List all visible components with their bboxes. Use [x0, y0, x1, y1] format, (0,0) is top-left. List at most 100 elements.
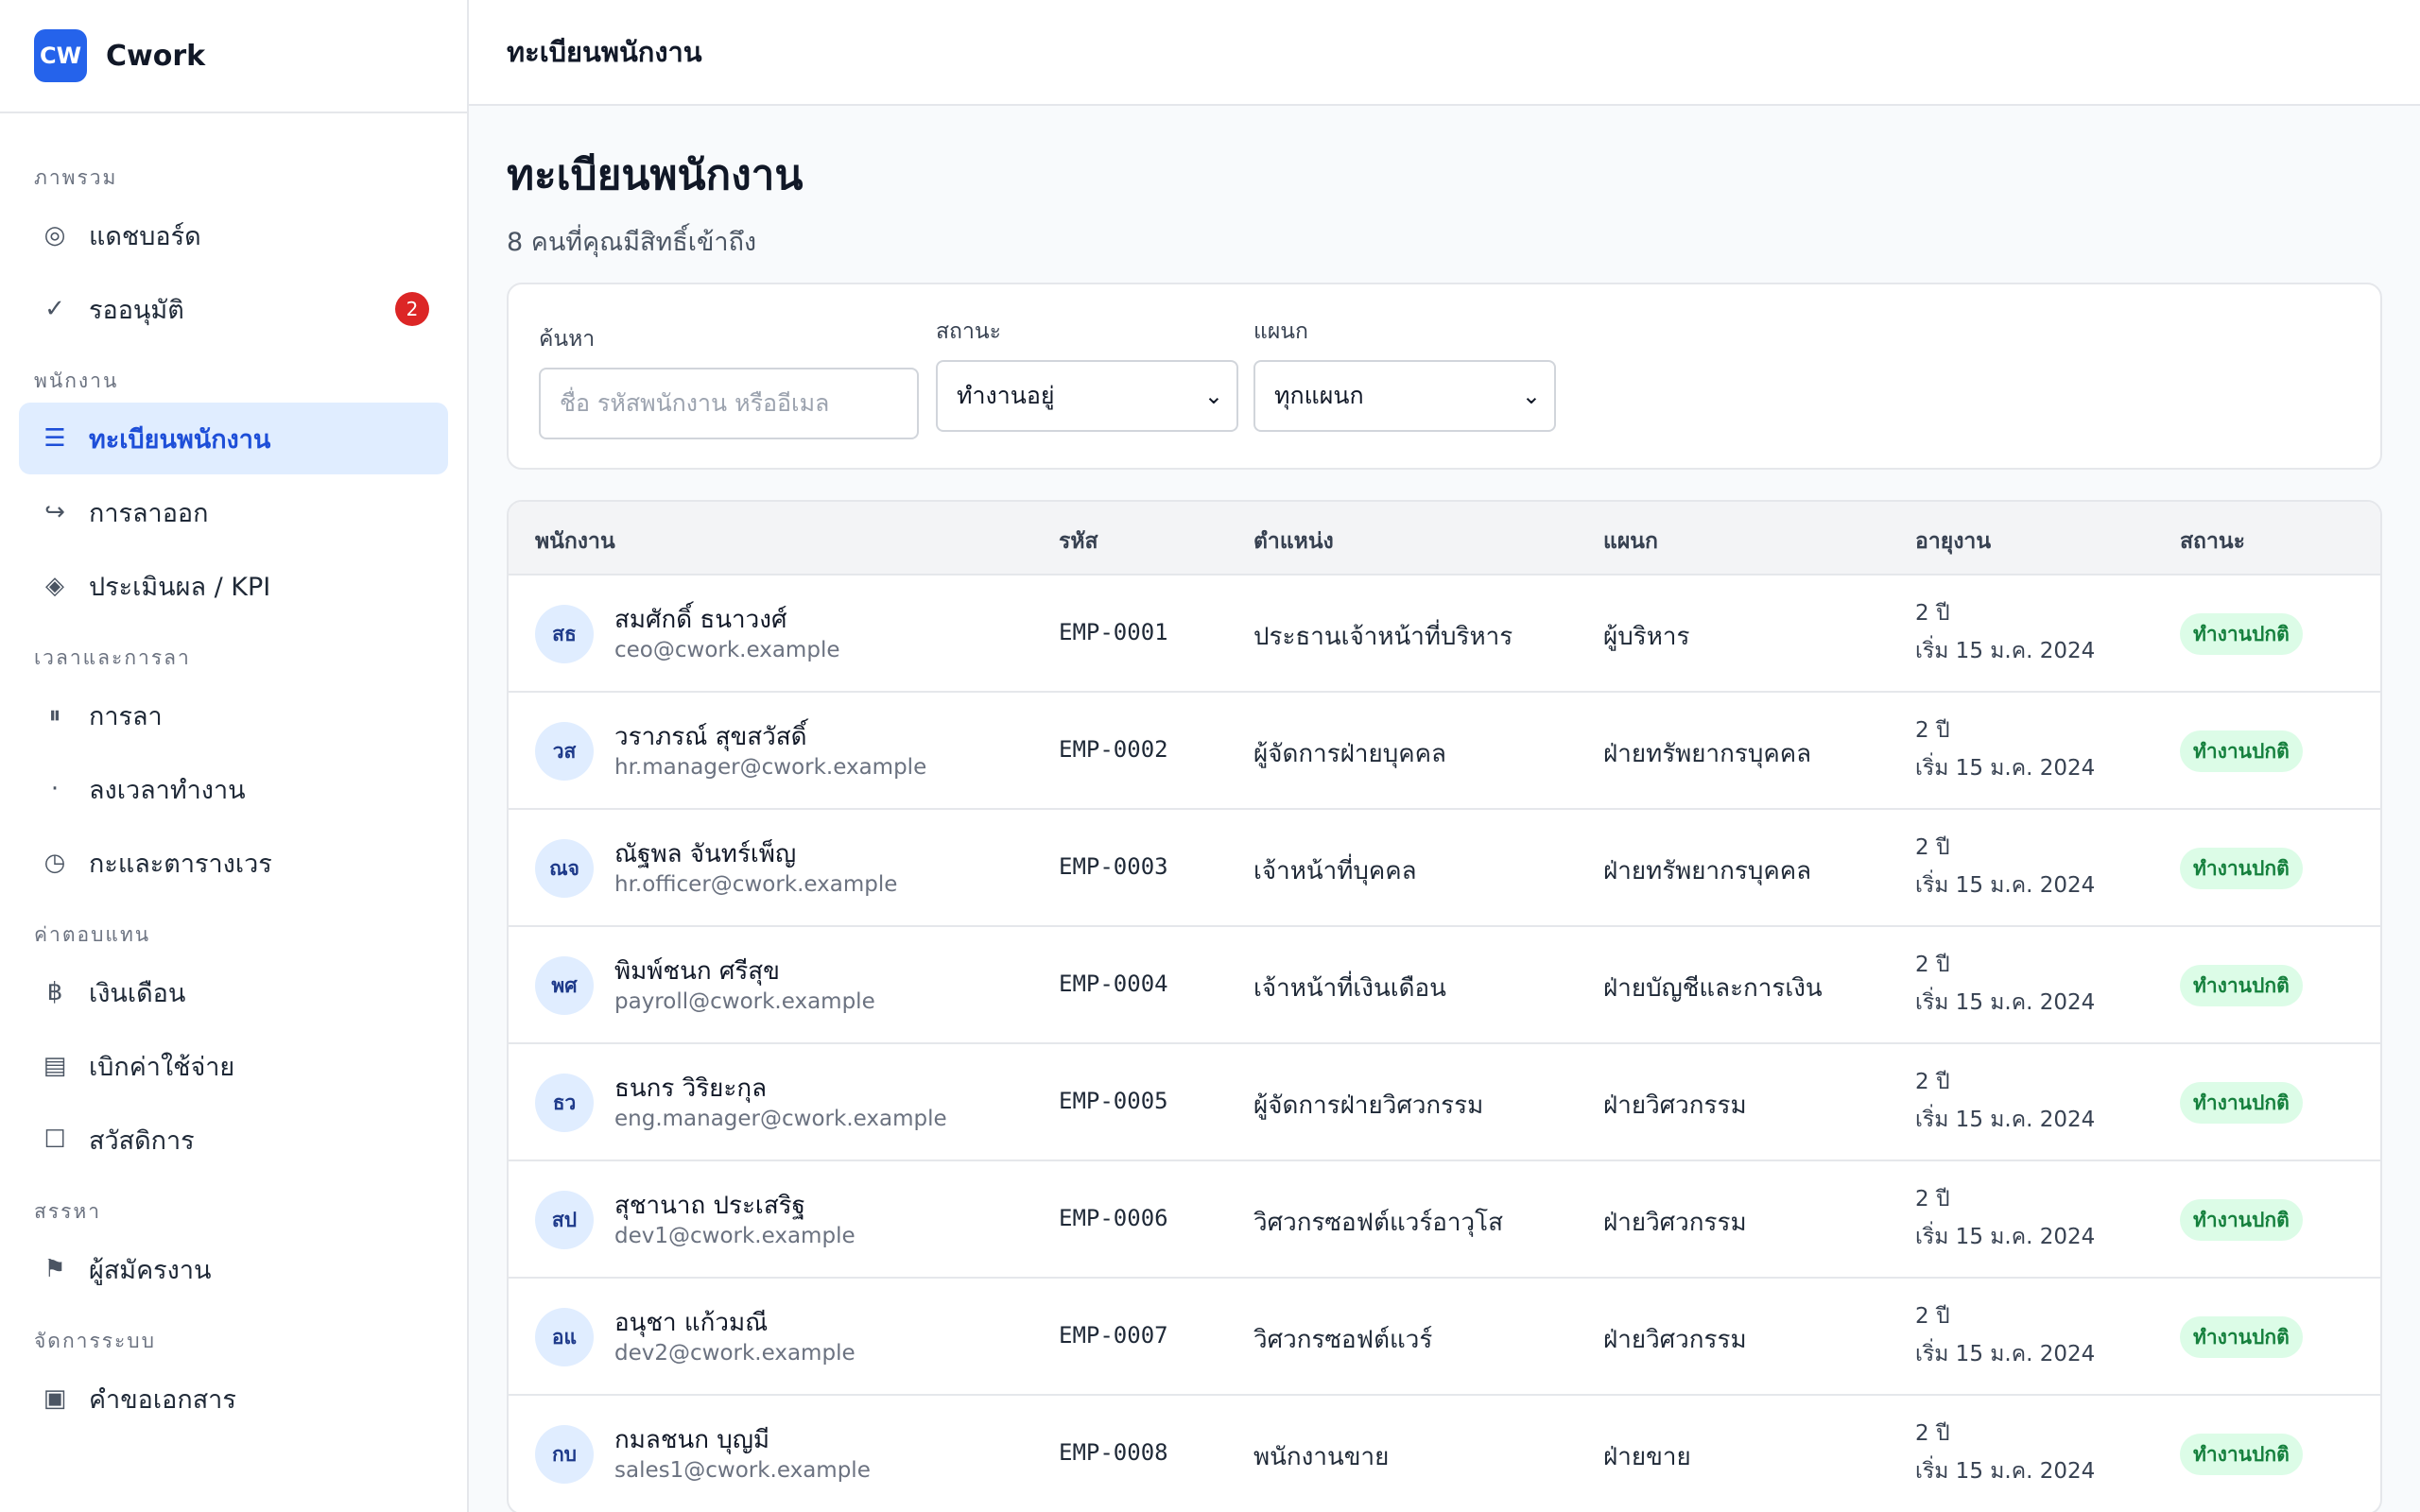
- avatar: พศ: [535, 956, 594, 1015]
- sidebar-item-label: เบิกค่าใช้จ่าย: [89, 1052, 235, 1082]
- nav-group-title: จัดการระบบ: [34, 1330, 156, 1352]
- sidebar-item-document-requests[interactable]: ▣ คำขอเอกสาร: [19, 1363, 448, 1435]
- table-row[interactable]: พศ พิมพ์ชนก ศรีสุข payroll@cwork.example…: [509, 927, 2380, 1044]
- employee-name[interactable]: สุชานาถ ประเสริฐ: [614, 1186, 805, 1225]
- column-header-tenure[interactable]: อายุงาน: [1915, 524, 1991, 558]
- employee-position: ประธานเจ้าหน้าที่บริหาร: [1253, 623, 1513, 651]
- column-header-code[interactable]: รหัส: [1059, 524, 1098, 558]
- sidebar-item-resignation[interactable]: ↪ การลาออก: [19, 476, 448, 548]
- flag-icon: ⚑: [43, 1255, 66, 1283]
- sidebar-item-label: การลาออก: [89, 498, 209, 528]
- list-icon: ☰: [43, 424, 66, 453]
- sidebar-item-label: การลา: [89, 701, 163, 731]
- sidebar-item-kpi[interactable]: ◈ ประเมินผล / KPI: [19, 550, 448, 622]
- sidebar-item-label: คำขอเอกสาร: [89, 1384, 236, 1415]
- table-row[interactable]: สธ สมศักดิ์ ธนาวงศ์ ceo@cwork.example EM…: [509, 576, 2380, 693]
- employee-department: ฝ่ายวิศวกรรม: [1603, 1209, 1747, 1237]
- employee-start-date: เริ่ม 15 ม.ค. 2024: [1915, 873, 2096, 898]
- clock-icon: ◷: [43, 849, 66, 877]
- employee-table: พนักงาน รหัส ตำแหน่ง แผนก อายุงาน สถานะ …: [507, 500, 2382, 1512]
- employee-name[interactable]: ธนกร วิริยะกุล: [614, 1069, 767, 1108]
- sidebar-item-dashboard[interactable]: ◎ แดชบอร์ด: [19, 199, 448, 271]
- column-header-position[interactable]: ตำแหน่ง: [1253, 524, 1334, 558]
- pending-count-badge: 2: [395, 292, 429, 326]
- employee-department: ฝ่ายวิศวกรรม: [1603, 1091, 1747, 1120]
- column-header-status[interactable]: สถานะ: [2180, 524, 2245, 558]
- search-label: ค้นหา: [539, 327, 596, 352]
- topbar-title: ทะเบียนพนักงาน: [507, 36, 702, 68]
- table-row[interactable]: ณจ ณัฐพล จันทร์เพ็ญ hr.officer@cwork.exa…: [509, 810, 2380, 927]
- employee-tenure: 2 ปี: [1915, 718, 1950, 743]
- employee-department: ฝ่ายบัญชีและการเงิน: [1603, 974, 1823, 1003]
- employee-name[interactable]: พิมพ์ชนก ศรีสุข: [614, 952, 780, 990]
- status-badge: ทำงานปกติ: [2180, 730, 2303, 772]
- employee-name[interactable]: สมศักดิ์ ธนาวงศ์: [614, 600, 786, 639]
- sidebar-item-payroll[interactable]: ฿ เงินเดือน: [19, 956, 448, 1028]
- table-row[interactable]: ธว ธนกร วิริยะกุล eng.manager@cwork.exam…: [509, 1044, 2380, 1161]
- topbar: ทะเบียนพนักงาน: [469, 0, 2420, 106]
- employee-tenure: 2 ปี: [1915, 835, 1950, 860]
- sidebar-item-label: เงินเดือน: [89, 978, 186, 1008]
- sidebar-item-expenses[interactable]: ▤ เบิกค่าใช้จ่าย: [19, 1030, 448, 1102]
- employee-position: ผู้จัดการฝ่ายบุคคล: [1253, 740, 1446, 768]
- main-content: ทะเบียนพนักงาน 8 คนที่คุณมีสิทธิ์เข้าถึง…: [507, 106, 2382, 1512]
- diamond-icon: ◈: [45, 572, 64, 600]
- employee-position: เจ้าหน้าที่เงินเดือน: [1253, 974, 1446, 1003]
- employee-position: วิศวกรซอฟต์แวร์: [1253, 1326, 1433, 1354]
- sidebar-item-employee-registry[interactable]: ☰ ทะเบียนพนักงาน: [19, 403, 448, 474]
- employee-department: ฝ่ายทรัพยากรบุคคล: [1603, 857, 1812, 885]
- employee-position: เจ้าหน้าที่บุคคล: [1253, 857, 1417, 885]
- employee-tenure: 2 ปี: [1915, 601, 1950, 626]
- employee-email: dev1@cwork.example: [614, 1224, 856, 1248]
- employee-name[interactable]: กมลชนก บุญมี: [614, 1420, 769, 1459]
- status-badge: ทำงานปกติ: [2180, 1434, 2303, 1475]
- employee-name[interactable]: อนุชา แก้วมณี: [614, 1303, 768, 1342]
- avatar: ณจ: [535, 839, 594, 898]
- chevron-down-icon: ⌄: [1203, 383, 1223, 409]
- sidebar-item-label: แดชบอร์ด: [89, 221, 201, 251]
- employee-start-date: เริ่ม 15 ม.ค. 2024: [1915, 1108, 2096, 1132]
- sidebar-item-time-clock[interactable]: · ลงเวลาทำงาน: [19, 753, 448, 825]
- sidebar-item-shifts[interactable]: ◷ กะและตารางเวร: [19, 827, 448, 899]
- table-body: สธ สมศักดิ์ ธนาวงศ์ ceo@cwork.example EM…: [509, 576, 2380, 1512]
- employee-start-date: เริ่ม 15 ม.ค. 2024: [1915, 639, 2096, 663]
- employee-position: วิศวกรซอฟต์แวร์อาวุโส: [1253, 1209, 1503, 1237]
- nav-group-title: เวลาและการลา: [34, 646, 191, 669]
- brand[interactable]: CW Cwork: [0, 0, 467, 113]
- employee-code: EMP-0001: [1059, 619, 1168, 645]
- column-header-department[interactable]: แผนก: [1603, 524, 1658, 558]
- column-header-employee[interactable]: พนักงาน: [535, 524, 615, 558]
- nav-group-title: พนักงาน: [34, 369, 119, 392]
- table-row[interactable]: สป สุชานาถ ประเสริฐ dev1@cwork.example E…: [509, 1161, 2380, 1279]
- employee-code: EMP-0004: [1059, 971, 1168, 997]
- sidebar-item-label: ทะเบียนพนักงาน: [89, 424, 271, 455]
- sidebar-item-leave[interactable]: ⏸ การลา: [19, 679, 448, 751]
- employee-code: EMP-0008: [1059, 1439, 1168, 1466]
- filter-panel: ค้นหา ชื่อ รหัสพนักงาน หรืออีเมล สถานะ ท…: [507, 283, 2382, 470]
- table-row[interactable]: กบ กมลชนก บุญมี sales1@cwork.example EMP…: [509, 1396, 2380, 1512]
- status-filter-value: ทำงานอยู่: [957, 382, 1055, 409]
- employee-name[interactable]: ณัฐพล จันทร์เพ็ญ: [614, 834, 796, 873]
- sidebar-item-label: ประเมินผล / KPI: [89, 572, 271, 602]
- status-filter-select[interactable]: ทำงานอยู่ ⌄: [936, 360, 1238, 432]
- nav-group-title: ค่าตอบแทน: [34, 923, 151, 946]
- sidebar-item-pending-approval[interactable]: ✓ รออนุมัติ 2: [19, 273, 448, 345]
- sidebar-item-applicants[interactable]: ⚑ ผู้สมัครงาน: [19, 1233, 448, 1305]
- department-filter-select[interactable]: ทุกแผนก ⌄: [1253, 360, 1556, 432]
- employee-name[interactable]: วราภรณ์ สุขสวัสดิ์: [614, 717, 807, 756]
- employee-email: eng.manager@cwork.example: [614, 1107, 947, 1131]
- employee-tenure: 2 ปี: [1915, 1070, 1950, 1094]
- avatar: สป: [535, 1191, 594, 1249]
- employee-email: dev2@cwork.example: [614, 1341, 856, 1366]
- table-header: พนักงาน รหัส ตำแหน่ง แผนก อายุงาน สถานะ: [509, 502, 2380, 576]
- table-row[interactable]: อแ อนุชา แก้วมณี dev2@cwork.example EMP-…: [509, 1279, 2380, 1396]
- sidebar-item-benefits[interactable]: ☐ สวัสดิการ: [19, 1104, 448, 1176]
- department-filter-value: ทุกแผนก: [1274, 382, 1364, 409]
- employee-position: พนักงานขาย: [1253, 1443, 1390, 1471]
- table-row[interactable]: วส วราภรณ์ สุขสวัสดิ์ hr.manager@cwork.e…: [509, 693, 2380, 810]
- box-icon: ☐: [43, 1125, 66, 1154]
- sidebar-item-label: ลงเวลาทำงาน: [89, 775, 246, 805]
- search-input[interactable]: ชื่อ รหัสพนักงาน หรืออีเมล: [539, 368, 919, 439]
- target-icon: ◎: [43, 221, 66, 249]
- avatar: ธว: [535, 1074, 594, 1132]
